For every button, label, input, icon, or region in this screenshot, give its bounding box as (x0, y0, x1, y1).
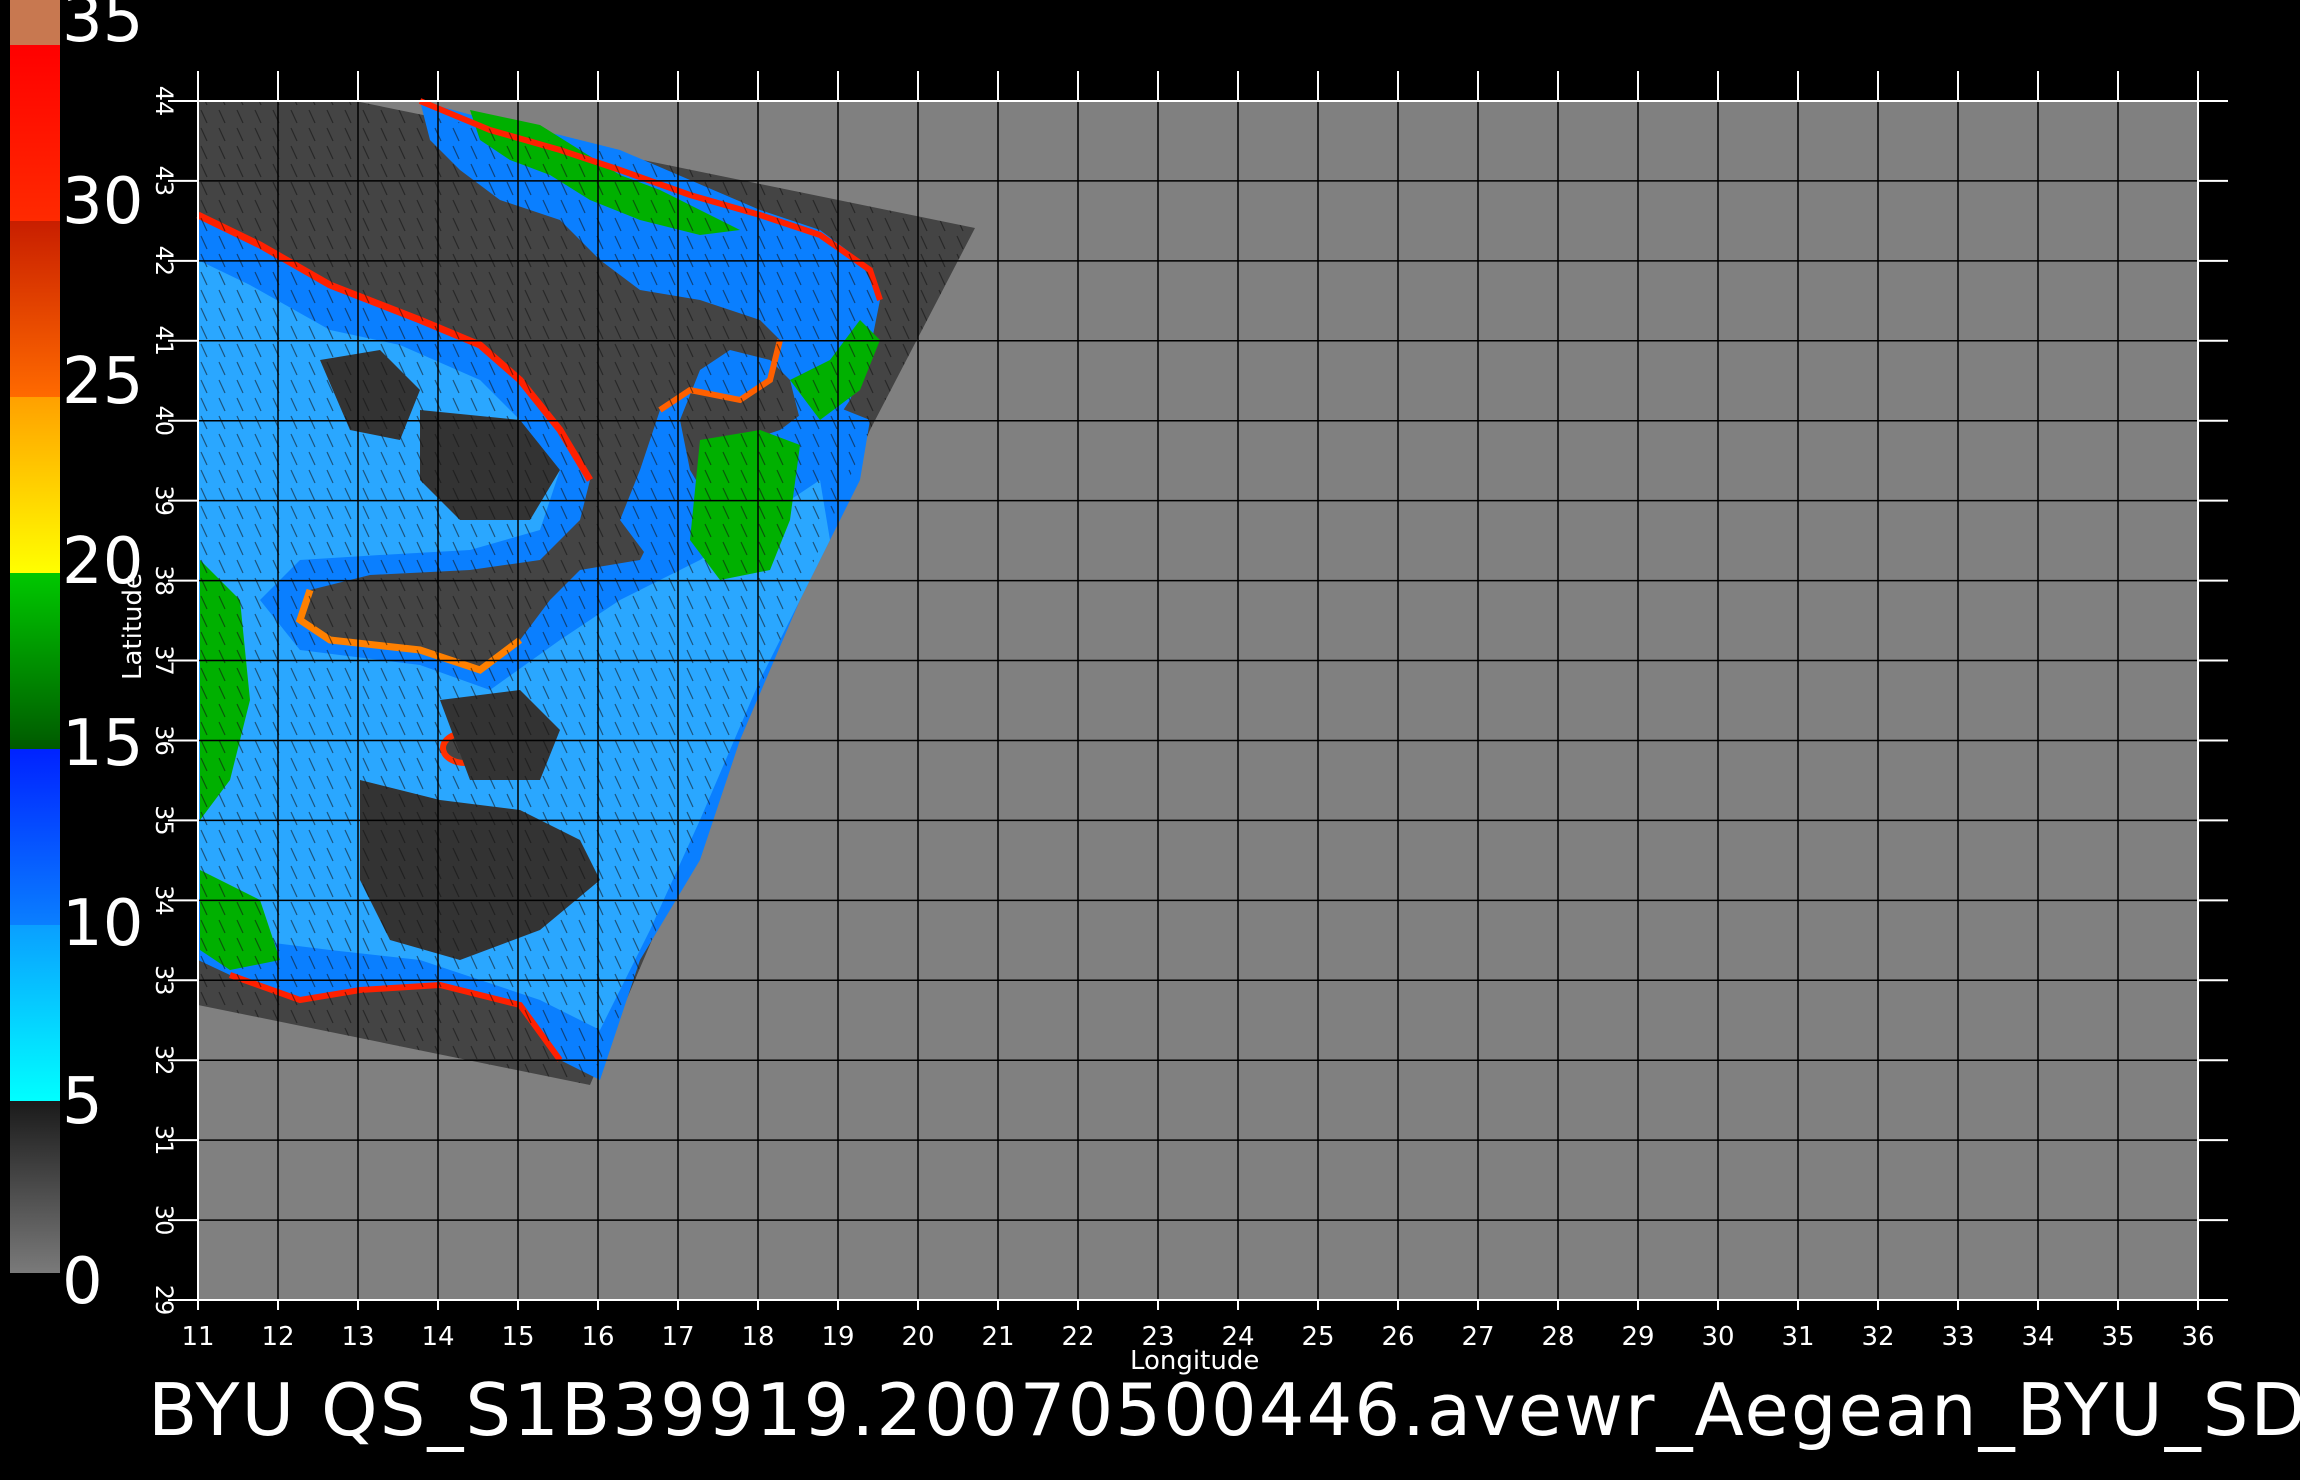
x-tick-label: 12 (261, 1322, 294, 1352)
colorbar-label: 35 (62, 0, 144, 57)
x-tick-label: 18 (741, 1322, 774, 1352)
x-tick-label: 30 (1701, 1322, 1734, 1352)
x-tick-label: 20 (901, 1322, 934, 1352)
y-tick-label: 34 (150, 885, 178, 916)
y-tick-label: 42 (150, 246, 178, 277)
y-tick-label: 32 (150, 1045, 178, 1076)
y-tick-label: 39 (150, 485, 178, 516)
y-tick-label: 35 (150, 805, 178, 836)
x-tick-label: 13 (341, 1322, 374, 1352)
x-tick-label: 27 (1461, 1322, 1494, 1352)
x-tick-label: 15 (501, 1322, 534, 1352)
y-tick-label: 30 (150, 1205, 178, 1236)
x-tick-label: 29 (1621, 1322, 1654, 1352)
x-tick-label: 31 (1781, 1322, 1814, 1352)
y-tick-label: 29 (150, 1285, 178, 1316)
colorbar-label: 25 (62, 345, 144, 419)
y-tick-label: 33 (150, 965, 178, 996)
x-tick-label: 32 (1861, 1322, 1894, 1352)
x-tick-label: 14 (421, 1322, 454, 1352)
wind-speed-map: 11 12 13 14 15 16 17 18 19 20 21 22 23 24 25 26 27 28 29 30… (10, 0, 2228, 1352)
y-tick-label: 38 (150, 565, 178, 596)
x-tick-label: 28 (1541, 1322, 1574, 1352)
colorbar-label: 10 (62, 887, 144, 961)
colorbar-label: 0 (62, 1245, 103, 1319)
colorbar-label: 5 (62, 1065, 103, 1139)
x-tick-label: 16 (581, 1322, 614, 1352)
x-tick-label: 25 (1301, 1322, 1334, 1352)
y-tick-label: 31 (150, 1125, 178, 1156)
image-caption: BYU QS_S1B39919.20070500446.avewr_Aegean… (148, 1368, 2300, 1452)
x-tick-label: 19 (821, 1322, 854, 1352)
x-tick-label: 34 (2021, 1322, 2054, 1352)
x-tick-label: 22 (1061, 1322, 1094, 1352)
y-tick-label: 36 (150, 725, 178, 756)
x-tick-label: 33 (1941, 1322, 1974, 1352)
x-tick-label: 26 (1381, 1322, 1414, 1352)
y-tick-label: 41 (150, 326, 178, 357)
x-tick-label: 17 (661, 1322, 694, 1352)
colorbar (10, 0, 60, 1273)
x-tick-label: 11 (181, 1322, 214, 1352)
x-tick-label: 36 (2181, 1322, 2214, 1352)
y-axis-title: Latitude (118, 572, 148, 680)
y-tick-label: 43 (150, 166, 178, 197)
x-tick-label: 21 (981, 1322, 1014, 1352)
y-tick-label: 37 (150, 645, 178, 676)
y-tick-label: 40 (150, 405, 178, 436)
colorbar-label: 30 (62, 165, 144, 239)
x-tick-label: 35 (2101, 1322, 2134, 1352)
y-tick-label: 44 (150, 86, 178, 117)
colorbar-label: 15 (62, 707, 144, 781)
